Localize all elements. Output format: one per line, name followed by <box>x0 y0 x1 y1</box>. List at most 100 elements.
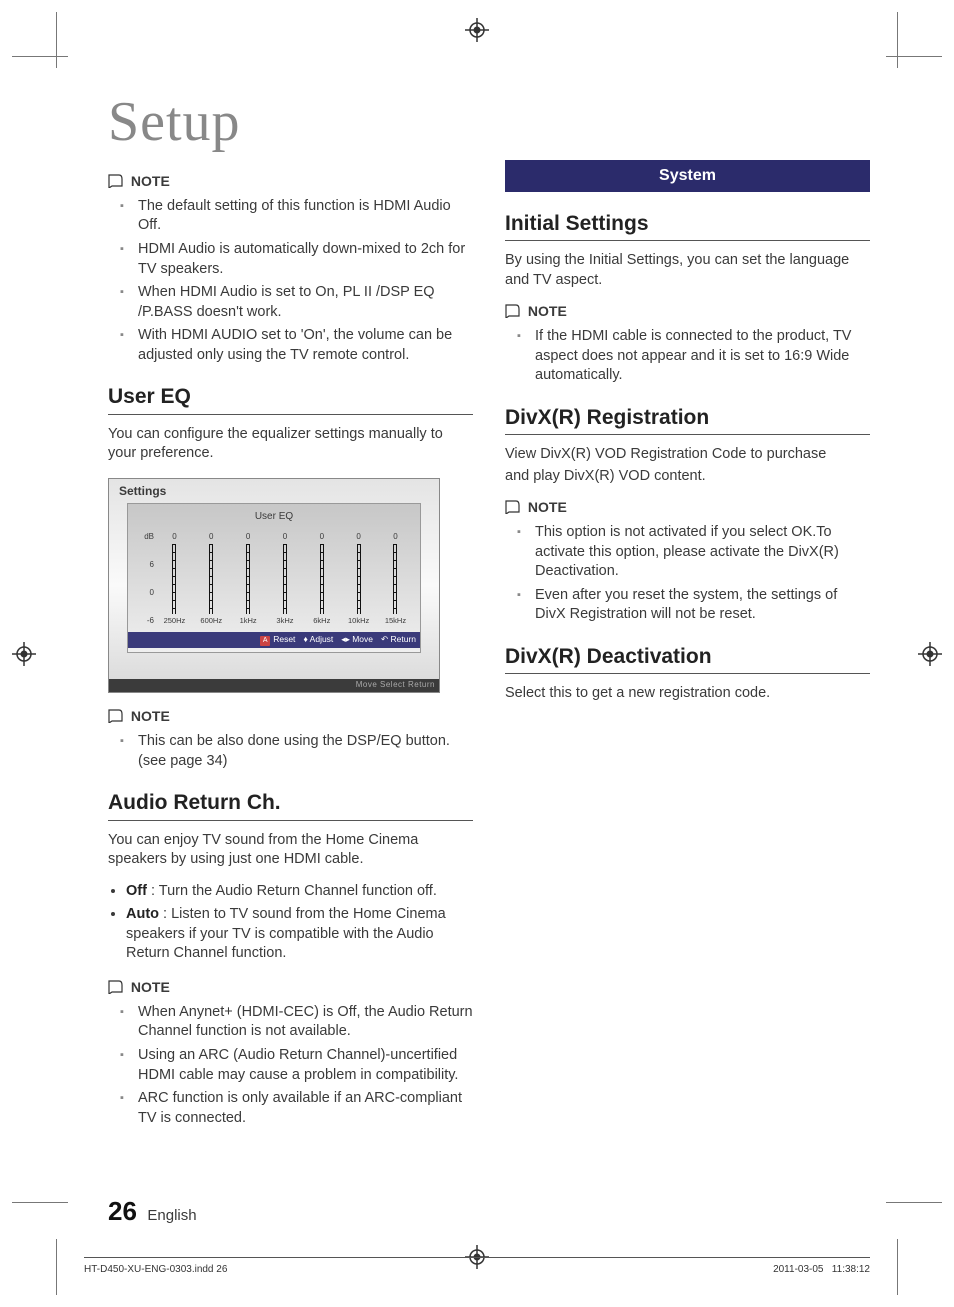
note-item: If the HDMI cable is connected to the pr… <box>535 327 870 386</box>
note-label: NOTE <box>131 708 170 724</box>
eq-y-tick: -6 <box>136 616 154 627</box>
option-list: Off : Turn the Audio Return Channel func… <box>108 882 473 964</box>
note-item: HDMI Audio is automatically down-mixed t… <box>138 240 473 279</box>
note-icon <box>505 500 521 519</box>
eq-track <box>209 544 213 614</box>
eq-controls-bar: Reset ♦ Adjust ◂▸ Move ↶ Return <box>128 632 420 648</box>
note-header: NOTE <box>108 978 473 999</box>
note-item: This can be also done using the DSP/EQ b… <box>138 732 473 771</box>
note-item: When HDMI Audio is set to On, PL II /DSP… <box>138 283 473 322</box>
crop-mark <box>12 1202 68 1233</box>
eq-return-label: ↶ Return <box>381 634 416 646</box>
section-body: and play DivX(R) VOD content. <box>505 467 870 487</box>
note-item: With HDMI AUDIO set to 'On', the volume … <box>138 326 473 365</box>
eq-reset-label: Reset <box>260 634 295 646</box>
section-body: You can enjoy TV sound from the Home Cin… <box>108 831 473 870</box>
print-timestamp: 2011-03-05 11:38:12 <box>773 1264 870 1275</box>
note-item: ARC function is only available if an ARC… <box>138 1089 473 1128</box>
section-heading-user-eq: User EQ <box>108 383 473 411</box>
eq-track <box>393 544 397 614</box>
columns: NOTE The default setting of this functio… <box>108 160 870 1142</box>
page-language: English <box>147 1207 196 1224</box>
divider <box>505 673 870 674</box>
crop-mark <box>886 1202 942 1233</box>
note-icon <box>108 174 124 193</box>
eq-track <box>246 544 250 614</box>
note-list: This option is not activated if you sele… <box>505 523 870 625</box>
registration-mark-icon <box>918 642 942 666</box>
eq-slider: 06kHz <box>311 532 333 627</box>
eq-move-label: ◂▸ Move <box>341 634 373 646</box>
note-item: Using an ARC (Audio Return Channel)-unce… <box>138 1046 473 1085</box>
section-body: You can configure the equalizer settings… <box>108 425 473 464</box>
eq-track <box>320 544 324 614</box>
right-column: System Initial Settings By using the Ini… <box>505 160 870 1142</box>
eq-shadow-bar: Move Select Return <box>109 679 439 692</box>
eq-window-title: Settings <box>109 479 439 503</box>
divider <box>505 434 870 435</box>
eq-panel: User EQ dB 6 0 -6 0250Hz 0600Hz 01kHz <box>127 503 421 653</box>
section-body: Select this to get a new registration co… <box>505 684 870 704</box>
eq-adjust-label: ♦ Adjust <box>303 634 333 646</box>
page-number: 26 <box>108 1196 137 1226</box>
section-heading-arc: Audio Return Ch. <box>108 789 473 817</box>
crop-mark <box>56 12 57 68</box>
eq-slider: 015kHz <box>384 532 406 627</box>
eq-slider: 0250Hz <box>163 532 185 627</box>
page-title: Setup <box>108 90 870 154</box>
crop-mark <box>12 56 68 87</box>
registration-mark-icon <box>465 18 489 42</box>
eq-grid: dB 6 0 -6 0250Hz 0600Hz 01kHz 03kHz 06kH… <box>128 526 420 633</box>
eq-slider: 0600Hz <box>200 532 222 627</box>
note-icon <box>108 980 124 999</box>
section-body: By using the Initial Settings, you can s… <box>505 251 870 290</box>
option-item: Off : Turn the Audio Return Channel func… <box>126 882 473 902</box>
crop-mark <box>897 12 898 68</box>
note-item: The default setting of this function is … <box>138 197 473 236</box>
note-icon <box>505 304 521 323</box>
section-body: View DivX(R) VOD Registration Code to pu… <box>505 445 870 465</box>
note-label: NOTE <box>131 173 170 189</box>
section-heading-divx-reg: DivX(R) Registration <box>505 404 870 432</box>
note-header: NOTE <box>108 707 473 728</box>
note-header: NOTE <box>505 302 870 323</box>
eq-track <box>172 544 176 614</box>
eq-slider: 03kHz <box>274 532 296 627</box>
eq-slider: 01kHz <box>237 532 259 627</box>
eq-db-label: dB <box>136 532 154 543</box>
registration-mark-icon <box>12 642 36 666</box>
eq-slider: 010kHz <box>348 532 370 627</box>
note-list: This can be also done using the DSP/EQ b… <box>108 732 473 771</box>
user-eq-figure: Settings User EQ dB 6 0 -6 0250Hz 0600Hz <box>108 478 440 693</box>
eq-y-axis: dB 6 0 -6 <box>134 526 156 633</box>
eq-track <box>283 544 287 614</box>
divider <box>108 820 473 821</box>
system-banner: System <box>505 160 870 192</box>
note-item: When Anynet+ (HDMI-CEC) is Off, the Audi… <box>138 1003 473 1042</box>
eq-y-tick: 6 <box>136 560 154 571</box>
note-label: NOTE <box>528 303 567 319</box>
crop-mark <box>56 1239 57 1295</box>
note-list: When Anynet+ (HDMI-CEC) is Off, the Audi… <box>108 1003 473 1128</box>
section-heading-initial: Initial Settings <box>505 210 870 238</box>
crop-mark <box>886 56 942 87</box>
crop-mark <box>897 1239 898 1295</box>
note-list: If the HDMI cable is connected to the pr… <box>505 327 870 386</box>
eq-sliders: 0250Hz 0600Hz 01kHz 03kHz 06kHz 010kHz 0… <box>156 526 414 633</box>
divider <box>108 414 473 415</box>
note-icon <box>108 709 124 728</box>
note-item: This option is not activated if you sele… <box>535 523 870 582</box>
left-column: NOTE The default setting of this functio… <box>108 160 473 1142</box>
section-heading-divx-deact: DivX(R) Deactivation <box>505 643 870 671</box>
eq-title: User EQ <box>128 508 420 526</box>
print-footer: HT-D450-XU-ENG-0303.indd 26 2011-03-05 1… <box>84 1257 870 1275</box>
note-header: NOTE <box>505 498 870 519</box>
option-item: Auto : Listen to TV sound from the Home … <box>126 905 473 964</box>
note-header: NOTE <box>108 172 473 193</box>
print-file: HT-D450-XU-ENG-0303.indd 26 <box>84 1264 227 1275</box>
manual-page: Setup NOTE The default setting of this f… <box>0 0 954 1307</box>
eq-y-tick: 0 <box>136 588 154 599</box>
note-list: The default setting of this function is … <box>108 197 473 366</box>
note-label: NOTE <box>131 979 170 995</box>
divider <box>505 240 870 241</box>
